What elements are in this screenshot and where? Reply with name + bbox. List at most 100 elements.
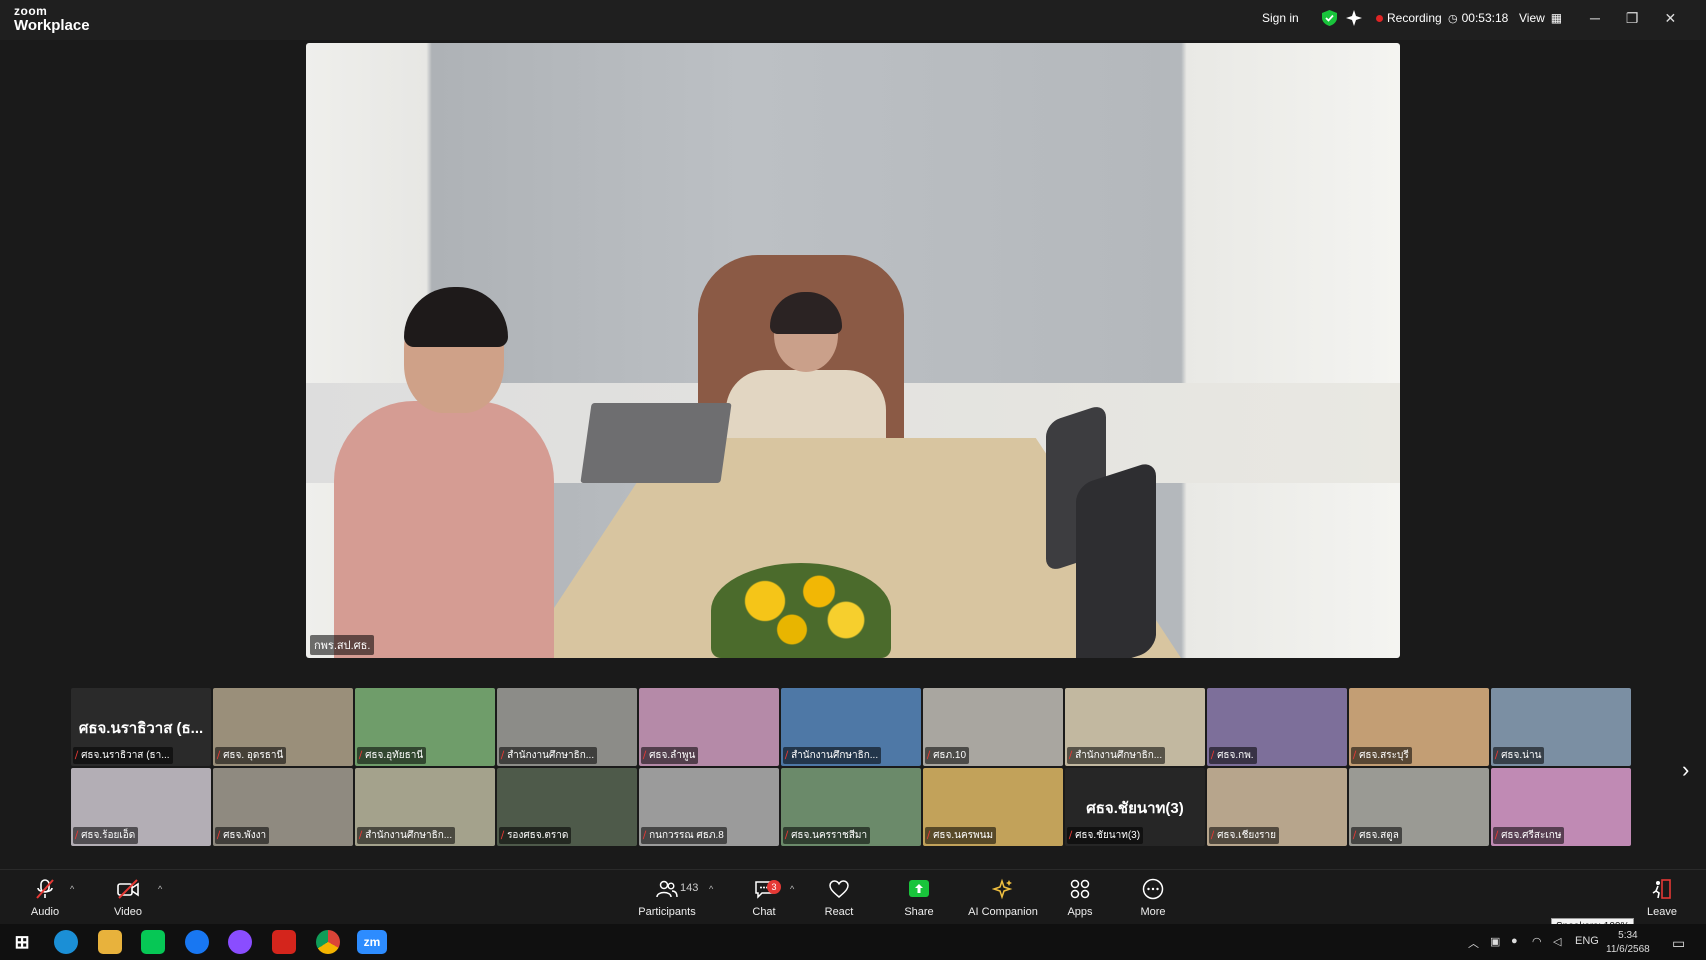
participant-tile[interactable]: ⧸ ศธจ.กพ. [1207,688,1347,766]
tray-overflow-icon[interactable]: ︿ [1468,935,1479,951]
gallery-next-arrow-icon[interactable]: › [1682,757,1689,783]
participant-name-label: ⧸ ศธจ.ศรีสะเกษ [1493,827,1565,844]
participant-tile[interactable]: ⧸ ศธจ.ศรีสะเกษ [1491,768,1631,846]
audio-options-caret-icon[interactable]: ^ [70,884,74,894]
tray-wifi-icon[interactable]: ◠ [1532,935,1542,948]
restore-button[interactable]: ❐ [1626,10,1639,27]
edge-browser-icon[interactable] [54,930,78,954]
participant-tile[interactable]: ⧸ ศธจ.พังงา [213,768,353,846]
file-explorer-icon[interactable] [98,930,122,954]
chrome-icon[interactable] [316,930,340,954]
audio-button[interactable]: Audio [0,878,90,918]
encryption-shield-icon[interactable] [1322,0,1337,36]
participant-name-label: ⧸ ศธจ.สตูล [1351,827,1402,844]
muted-mic-icon: ⧸ [643,750,647,760]
logo-line2: Workplace [14,17,90,34]
ai-sparkle-icon[interactable] [1346,0,1362,36]
participant-tile[interactable]: ⧸ ศธจ.นครราชสีมา [781,768,921,846]
zoom-workplace-logo: zoom Workplace [14,5,90,33]
participant-name-text: ศธจ.นครราชสีมา [791,830,868,841]
participant-name-text: สำนักงานศึกษาธิก... [507,750,595,761]
participant-name-text: ศธจ.พังงา [223,830,267,841]
zoom-app-icon[interactable]: zm [357,930,387,954]
minimize-button[interactable]: ─ [1590,10,1600,26]
tray-microphone-icon[interactable]: ● [1511,935,1518,947]
participant-name-label: ⧸ ศธจ.เชียงราย [1209,827,1279,844]
muted-mic-icon: ⧸ [217,750,221,760]
messenger-icon[interactable] [228,930,252,954]
muted-mic-icon: ⧸ [75,830,79,840]
participant-tile[interactable]: ⧸ สำนักงานศึกษาธิก... [1065,688,1205,766]
participant-tile[interactable]: ⧸ ศธจ.สตูล [1349,768,1489,846]
participants-button[interactable]: Participants [622,878,712,918]
muted-mic-icon: ⧸ [643,830,647,840]
react-label: React [824,906,854,918]
participant-name-label: ⧸ ศธจ.นครพนม [925,827,997,844]
participant-tile[interactable]: ⧸ สำนักงานศึกษาธิก... [355,768,495,846]
participant-tile[interactable]: ⧸ ศธจ. อุดรธานี [213,688,353,766]
apps-label: Apps [1067,906,1093,918]
tray-language[interactable]: ENG [1575,935,1599,947]
participant-name-label: ⧸ กนกวรรณ ศธภ.8 [641,827,727,844]
leave-button[interactable]: Leave [1618,878,1706,918]
participant-name-label: ⧸ ศธจ.สระบุรี [1351,747,1412,764]
participant-tile[interactable]: ⧸ ศธจ.อุทัยธานี [355,688,495,766]
more-button[interactable]: More [1108,878,1198,918]
participants-label: Participants [638,906,696,918]
muted-mic-icon: ⧸ [1353,750,1357,760]
tray-webcam-icon[interactable]: ▣ [1490,935,1500,948]
windows-start-icon[interactable]: ⊞ [10,930,34,954]
participant-tile[interactable]: ⧸ ศธจ.สระบุรี [1349,688,1489,766]
taskbar-time: 5:34 [1618,930,1638,941]
muted-mic-icon: ⧸ [1495,830,1499,840]
active-speaker-video[interactable]: กพร.สป.ศธ. [306,43,1400,658]
participant-tile[interactable]: ⧸ ศธจ.นครพนม [923,768,1063,846]
facebook-icon[interactable] [185,930,209,954]
tray-speaker-icon[interactable]: ◁ [1553,935,1561,948]
muted-mic-icon: ⧸ [785,830,789,840]
close-button[interactable]: ✕ [1664,10,1676,27]
logo-line1: zoom [14,4,48,18]
muted-mic-icon: ⧸ [359,830,363,840]
line-app-icon[interactable] [141,930,165,954]
react-button[interactable]: React [794,878,884,918]
participant-tile[interactable]: ⧸ ศธภ.10 [923,688,1063,766]
muted-mic-icon: ⧸ [785,750,789,760]
timer-value: 00:53:18 [1461,11,1509,25]
more-label: More [1140,906,1166,918]
window-controls: ─ ❐ ✕ [1590,0,1676,36]
muted-mic-icon: ⧸ [1495,750,1499,760]
more-dots-icon [1108,878,1198,902]
participant-tile[interactable]: ⧸ ศธจ.ลำพูน [639,688,779,766]
participant-name-text: ศธจ.สระบุรี [1359,750,1409,761]
participant-name-label: ⧸ สำนักงานศึกษาธิก... [783,747,882,764]
share-screen-icon [874,878,964,902]
participant-name-text: ศธจ.น่าน [1501,750,1542,761]
video-options-caret-icon[interactable]: ^ [158,884,162,894]
participant-tile[interactable]: ⧸ รองศธจ.ตราด [497,768,637,846]
view-button[interactable]: View ▦ [1519,0,1562,36]
participant-name-text: สำนักงานศึกษาธิก... [365,830,453,841]
participant-tile[interactable]: ⧸ ศธจ.น่าน [1491,688,1631,766]
participant-tile[interactable]: ⧸ ศธจ.ร้อยเอ็ด [71,768,211,846]
participant-display-name: ศธจ.ชัยนาท(3) [1086,800,1184,817]
share-label: Share [904,906,934,918]
share-button[interactable]: Share [874,878,964,918]
acrobat-reader-icon[interactable] [272,930,296,954]
taskbar-clock[interactable]: 5:34 11/6/2568 [1606,929,1650,957]
participant-tile[interactable]: ⧸ ศธจ.เชียงราย [1207,768,1347,846]
participant-tile[interactable]: ⧸ กนกวรรณ ศธภ.8 [639,768,779,846]
participants-caret-icon[interactable]: ^ [709,884,713,894]
participant-tile[interactable]: ⧸ สำนักงานศึกษาธิก... [497,688,637,766]
chair-right-2 [1076,460,1156,658]
leave-label: Leave [1647,906,1677,918]
title-bar: zoom Workplace Sign in Recording ◷ 00:53… [0,0,1706,40]
participant-tile[interactable]: ศธจ.ชัยนาท(3) ⧸ ศธจ.ชัยนาท(3) [1065,768,1205,846]
notification-center-icon[interactable]: ▭ [1672,935,1685,952]
participant-tile[interactable]: ศธจ.นราธิวาส (ธ... ⧸ ศธจ.นราธิวาส (ธา... [71,688,211,766]
participant-name-text: ศธจ.นครพนม [933,830,994,841]
recording-indicator[interactable]: Recording [1376,0,1442,36]
participant-tile[interactable]: ⧸ สำนักงานศึกษาธิก... [781,688,921,766]
sign-in-button[interactable]: Sign in [1262,0,1299,36]
grid-icon: ▦ [1550,11,1563,25]
